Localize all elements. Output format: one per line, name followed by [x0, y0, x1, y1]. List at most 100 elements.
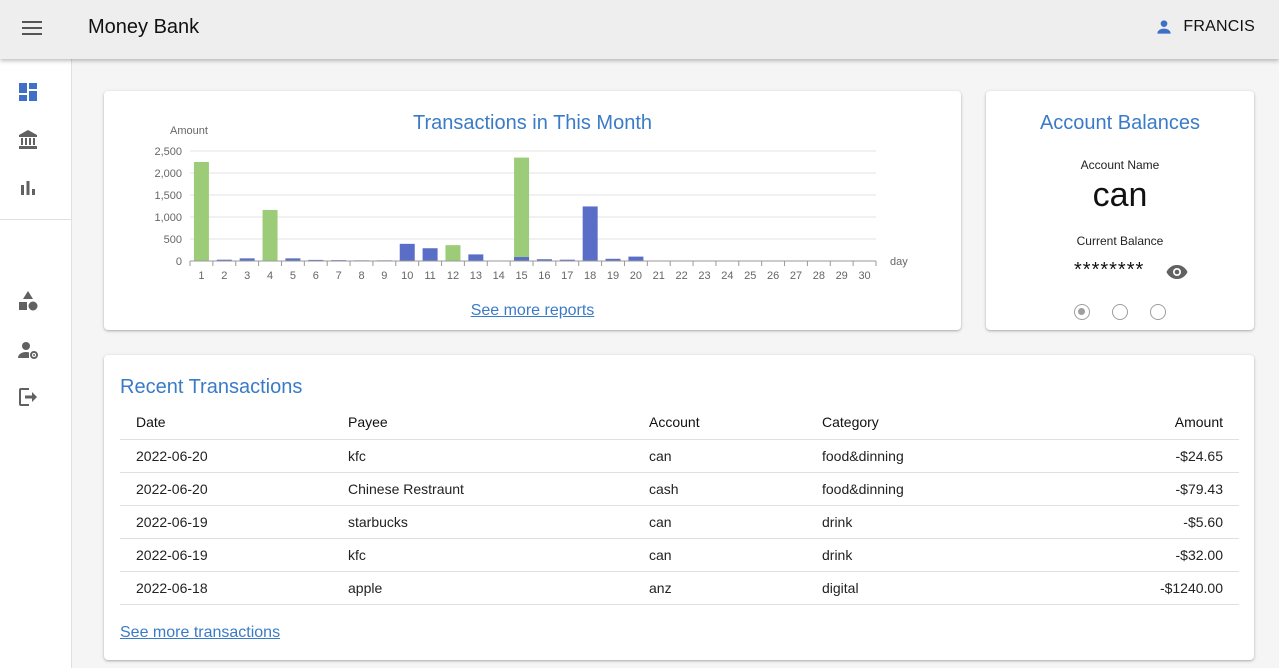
- cell-date: 2022-06-19: [120, 505, 332, 539]
- x-tick-label: 17: [561, 270, 573, 282]
- x-tick-label: 27: [790, 270, 802, 282]
- cell-date: 2022-06-20: [120, 472, 332, 506]
- table-row[interactable]: 2022-06-20 Chinese Restraunt cash food&d…: [120, 472, 1239, 506]
- x-tick-label: 3: [244, 270, 250, 282]
- table-row[interactable]: 2022-06-19 starbucks can drink -$5.60: [120, 505, 1239, 539]
- chart-bar: [468, 254, 484, 261]
- cell-amount: -$24.65: [1026, 439, 1239, 473]
- y-tick-label: 500: [164, 234, 182, 246]
- carousel-dot[interactable]: [1150, 304, 1166, 320]
- x-tick-label: 26: [767, 270, 779, 282]
- app-title: Money Bank: [88, 16, 200, 38]
- column-header-amount[interactable]: Amount: [1026, 405, 1239, 440]
- x-tick-label: 23: [698, 270, 710, 282]
- x-tick-label: 21: [653, 270, 665, 282]
- cell-payee: starbucks: [332, 505, 633, 539]
- chart-bar: [514, 257, 530, 261]
- cell-account: can: [633, 439, 806, 473]
- column-header-date[interactable]: Date: [120, 405, 332, 440]
- chart-bar: [445, 245, 461, 261]
- cell-category: drink: [806, 505, 1026, 539]
- x-tick-label: 13: [470, 270, 482, 282]
- x-tick-label: 8: [358, 270, 364, 282]
- table-row[interactable]: 2022-06-19 kfc can drink -$32.00: [120, 538, 1239, 572]
- cell-amount: -$32.00: [1026, 538, 1239, 572]
- chart-bar: [399, 243, 415, 261]
- dashboard-icon[interactable]: [16, 80, 40, 104]
- cell-account: cash: [633, 472, 806, 506]
- chart-title: Transactions in This Month: [413, 112, 652, 134]
- cell-category: food&dinning: [806, 439, 1026, 473]
- see-more-transactions-link[interactable]: See more transactions: [120, 624, 280, 642]
- sidebar-divider: [0, 219, 71, 220]
- x-tick-label: 14: [493, 270, 505, 282]
- transactions-table: Date Payee Account Category Amount 2022-…: [120, 405, 1239, 605]
- x-tick-label: 24: [721, 270, 733, 282]
- y-tick-label: 2,500: [154, 146, 182, 158]
- chart-bar: [514, 157, 530, 261]
- menu-icon[interactable]: [16, 16, 48, 40]
- x-tick-label: 1: [198, 270, 204, 282]
- x-tick-label: 12: [447, 270, 459, 282]
- carousel-dot[interactable]: [1074, 304, 1090, 320]
- account-balances-card: Account Balances Account Name can Curren…: [986, 91, 1254, 330]
- cell-date: 2022-06-18: [120, 571, 332, 605]
- cell-amount: -$1240.00: [1026, 571, 1239, 605]
- chart-bar: [422, 248, 438, 261]
- bank-icon[interactable]: [16, 128, 40, 152]
- y-tick-label: 1,500: [154, 190, 182, 202]
- x-tick-label: 28: [813, 270, 825, 282]
- person-icon: [1154, 17, 1174, 37]
- account-name: can: [1092, 176, 1148, 214]
- see-more-reports-link[interactable]: See more reports: [104, 302, 961, 320]
- x-tick-label: 20: [630, 270, 642, 282]
- bar-chart-icon[interactable]: [16, 176, 40, 200]
- x-tick-label: 15: [515, 270, 527, 282]
- category-icon[interactable]: [16, 289, 40, 313]
- table-row[interactable]: 2022-06-18 apple anz digital -$1240.00: [120, 571, 1239, 605]
- current-balance-label: Current Balance: [1076, 234, 1164, 248]
- table-row[interactable]: 2022-06-20 kfc can food&dinning -$24.65: [120, 439, 1239, 473]
- user-menu-button[interactable]: FRANCIS: [1154, 17, 1255, 37]
- x-tick-label: 16: [538, 270, 550, 282]
- column-header-account[interactable]: Account: [633, 405, 806, 440]
- app-bar: Money Bank FRANCIS: [0, 0, 1279, 59]
- x-tick-label: 29: [836, 270, 848, 282]
- user-name: FRANCIS: [1183, 18, 1255, 35]
- cell-payee: Chinese Restraunt: [332, 472, 633, 506]
- x-tick-label: 18: [584, 270, 596, 282]
- y-tick-label: 0: [176, 256, 182, 268]
- column-header-payee[interactable]: Payee: [332, 405, 633, 440]
- x-tick-label: 19: [607, 270, 619, 282]
- recent-transactions-title: Recent Transactions: [120, 376, 303, 398]
- x-tick-label: 10: [401, 270, 413, 282]
- x-axis-label: day: [890, 256, 908, 268]
- cell-date: 2022-06-20: [120, 439, 332, 473]
- cell-payee: kfc: [332, 439, 633, 473]
- cell-category: food&dinning: [806, 472, 1026, 506]
- x-tick-label: 2: [221, 270, 227, 282]
- x-tick-label: 11: [424, 270, 435, 282]
- x-tick-label: 4: [267, 270, 273, 282]
- logout-icon[interactable]: [16, 385, 40, 409]
- column-header-category[interactable]: Category: [806, 405, 1026, 440]
- cell-amount: -$79.43: [1026, 472, 1239, 506]
- y-tick-label: 1,000: [154, 212, 182, 224]
- balance-value: ********: [1074, 259, 1145, 281]
- cell-account: can: [633, 538, 806, 572]
- x-tick-label: 9: [381, 270, 387, 282]
- x-tick-label: 22: [676, 270, 688, 282]
- sidebar: [0, 59, 72, 668]
- x-tick-label: 30: [858, 270, 870, 282]
- chart-bar: [628, 256, 644, 261]
- x-tick-label: 25: [744, 270, 756, 282]
- x-tick-label: 5: [290, 270, 296, 282]
- y-tick-label: 2,000: [154, 168, 182, 180]
- eye-icon[interactable]: [1165, 260, 1189, 284]
- chart-bar: [262, 209, 278, 261]
- cell-account: can: [633, 505, 806, 539]
- carousel-indicators: [986, 304, 1254, 320]
- manage-accounts-icon[interactable]: [16, 338, 40, 362]
- carousel-dot[interactable]: [1112, 304, 1128, 320]
- cell-amount: -$5.60: [1026, 505, 1239, 539]
